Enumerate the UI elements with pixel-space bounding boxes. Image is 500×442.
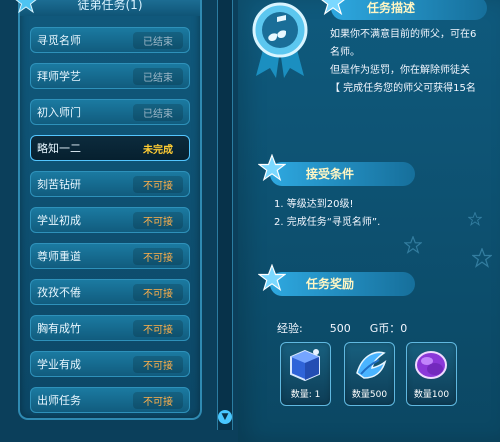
corner-star-icon — [15, 0, 37, 14]
task-status: 不可接 — [133, 319, 183, 337]
task-status: 不可接 — [133, 211, 183, 229]
reward-exp-label: 经验: — [277, 322, 303, 335]
task-status: 不可接 — [133, 247, 183, 265]
reward-card-3[interactable]: 数量100 — [406, 342, 457, 406]
cond-line: 1. 等级达到20级! — [274, 199, 354, 210]
reward-title: 任务奖励 — [258, 264, 415, 296]
star-icon — [258, 154, 286, 182]
star-icon — [321, 0, 345, 16]
task-status: 不可接 — [133, 283, 183, 301]
music-badge-icon — [252, 2, 308, 78]
task-name: 学业有成 — [37, 358, 81, 371]
task-row-8[interactable]: 孜孜不倦 不可接 — [30, 279, 190, 305]
task-name: 初入师门 — [37, 106, 81, 119]
task-row-2[interactable]: 拜师学艺 已结束 — [30, 63, 190, 89]
star-icon — [258, 264, 286, 292]
task-row-4[interactable]: 略知一二 未完成 — [30, 135, 190, 161]
reward-summary: 经验: 500 G币：0 — [277, 320, 407, 336]
scroll-down-icon[interactable]: ▼ — [218, 410, 232, 424]
task-name: 学业初成 — [37, 214, 81, 227]
blue-wing-icon — [356, 351, 387, 379]
left-panel: 徒弟任务(1) 寻觅名师 已结束 拜师学艺 已结束 初入师门 已结束 略知一二 … — [15, 0, 202, 423]
task-status: 不可接 — [133, 391, 183, 409]
task-status: 已结束 — [133, 67, 183, 85]
task-status: 不可接 — [133, 355, 183, 373]
task-status: 已结束 — [133, 31, 183, 49]
desc-line: 名师。 — [330, 47, 360, 58]
task-row-5[interactable]: 刻苦钻研 不可接 — [30, 171, 190, 197]
reward-label: 数量100 — [413, 390, 450, 400]
desc-text: 如果你不满意目前的师父，可在6 名师。 但是作为惩罚，你在解除师徒关 【 完成任… — [330, 26, 498, 98]
task-row-3[interactable]: 初入师门 已结束 — [30, 99, 190, 125]
task-row-1[interactable]: 寻觅名师 已结束 — [30, 27, 190, 53]
desc-line: 【 完成任务您的师父可获得15名 — [330, 83, 476, 94]
task-name: 拜师学艺 — [37, 70, 81, 83]
task-name: 出师任务 — [37, 394, 81, 407]
task-row-7[interactable]: 尊师重道 不可接 — [30, 243, 190, 269]
task-status: 未完成 — [143, 144, 173, 156]
reward-card-1[interactable]: 数量: 1 — [280, 342, 331, 406]
task-row-6[interactable]: 学业初成 不可接 — [30, 207, 190, 233]
reward-label: 数量500 — [351, 390, 388, 400]
scrollbar[interactable]: ▼ — [217, 0, 233, 430]
cond-line: 2. 完成任务“寻觅名师”. — [274, 217, 381, 228]
task-list: 寻觅名师 已结束 拜师学艺 已结束 初入师门 已结束 略知一二 未完成 刻苦钻研… — [30, 27, 190, 423]
decorative-star-icon — [472, 248, 492, 268]
task-row-9[interactable]: 胸有成竹 不可接 — [30, 315, 190, 341]
task-row-11[interactable]: 出师任务 不可接 — [30, 387, 190, 413]
cond-title-text: 接受条件 — [306, 167, 355, 181]
reward-card-2[interactable]: 数量500 — [344, 342, 395, 406]
task-name: 孜孜不倦 — [37, 286, 81, 299]
cond-list: 1. 等级达到20级! 2. 完成任务“寻觅名师”. — [274, 196, 380, 232]
task-name: 略知一二 — [37, 142, 81, 155]
reward-exp-value: 500 — [329, 322, 351, 335]
task-name: 胸有成竹 — [37, 322, 81, 335]
desc-title-text: 任务描述 — [367, 1, 416, 15]
task-name: 刻苦钻研 — [37, 178, 81, 191]
reward-title-text: 任务奖励 — [306, 277, 355, 291]
desc-line: 但是作为惩罚，你在解除师徒关 — [330, 65, 470, 76]
decorative-star-icon — [468, 212, 482, 226]
reward-gold-label: G币：0 — [369, 322, 408, 335]
purple-gem-icon — [415, 351, 447, 379]
desc-line: 如果你不满意目前的师父，可在6 — [330, 29, 477, 40]
task-status: 不可接 — [133, 175, 183, 193]
cond-title: 接受条件 — [258, 154, 415, 186]
reward-label: 数量: 1 — [290, 390, 321, 400]
task-row-10[interactable]: 学业有成 不可接 — [30, 351, 190, 377]
decorative-star-icon — [404, 236, 422, 254]
left-header: 徒弟任务(1) — [20, 0, 200, 16]
task-status: 已结束 — [133, 103, 183, 121]
desc-title: 任务描述 — [321, 0, 487, 20]
crystal-cube-icon — [290, 349, 320, 382]
task-name: 尊师重道 — [37, 250, 81, 263]
task-name: 寻觅名师 — [37, 34, 81, 47]
left-header-title: 徒弟任务(1) — [77, 0, 143, 12]
